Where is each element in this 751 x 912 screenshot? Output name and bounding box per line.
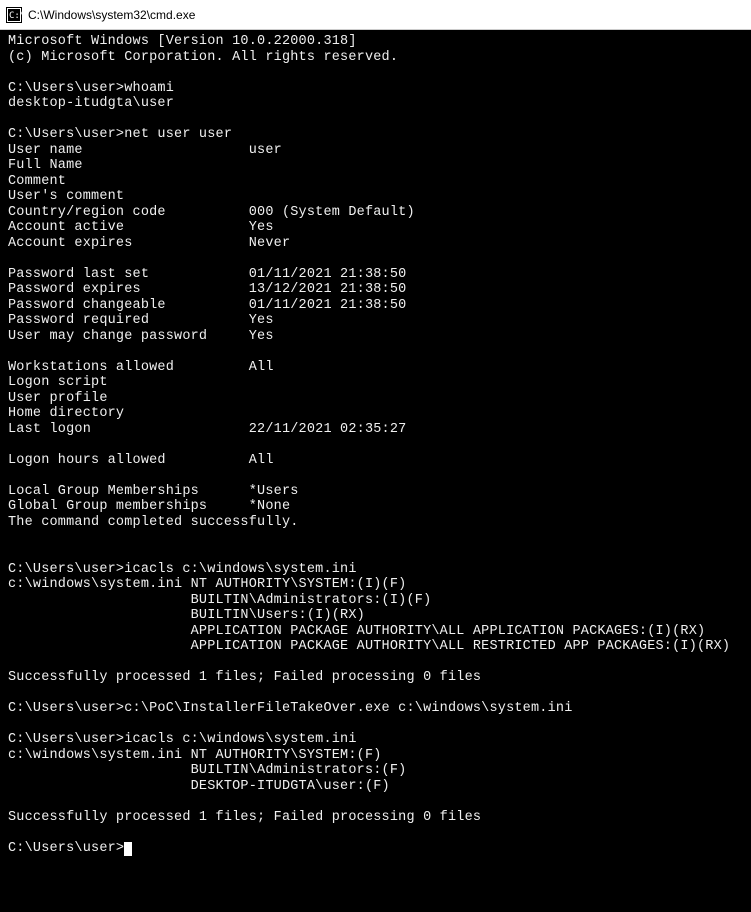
svg-text:C:\: C:\: [9, 11, 22, 21]
terminal-line: Comment: [8, 174, 66, 189]
terminal-line: User profile: [8, 391, 108, 406]
terminal-line: Full Name: [8, 158, 83, 173]
terminal-line: User's comment: [8, 189, 124, 204]
terminal-line: The command completed successfully.: [8, 515, 299, 530]
terminal-line: (c) Microsoft Corporation. All rights re…: [8, 50, 398, 65]
terminal-line: User may change password Yes: [8, 329, 274, 344]
terminal-line: BUILTIN\Users:(I)(RX): [8, 608, 365, 623]
terminal-line: User name user: [8, 143, 282, 158]
window-title: C:\Windows\system32\cmd.exe: [28, 8, 195, 22]
terminal-line: Logon hours allowed All: [8, 453, 274, 468]
terminal-line: DESKTOP-ITUDGTA\user:(F): [8, 779, 390, 794]
terminal-output[interactable]: Microsoft Windows [Version 10.0.22000.31…: [0, 30, 751, 860]
terminal-line: Global Group memberships *None: [8, 499, 290, 514]
terminal-line: C:\Users\user>icacls c:\windows\system.i…: [8, 732, 357, 747]
cmd-icon: C:\: [6, 7, 22, 23]
terminal-line: Password changeable 01/11/2021 21:38:50: [8, 298, 406, 313]
terminal-line: BUILTIN\Administrators:(F): [8, 763, 406, 778]
terminal-line: Successfully processed 1 files; Failed p…: [8, 810, 481, 825]
terminal-line: Password expires 13/12/2021 21:38:50: [8, 282, 406, 297]
terminal-line: Account active Yes: [8, 220, 274, 235]
terminal-line: Microsoft Windows [Version 10.0.22000.31…: [8, 34, 357, 49]
cursor: [124, 842, 132, 856]
terminal-line: Password last set 01/11/2021 21:38:50: [8, 267, 406, 282]
terminal-line: Local Group Memberships *Users: [8, 484, 299, 499]
terminal-line: desktop-itudgta\user: [8, 96, 174, 111]
terminal-line: Home directory: [8, 406, 124, 421]
terminal-line: Successfully processed 1 files; Failed p…: [8, 670, 481, 685]
terminal-line: Country/region code 000 (System Default): [8, 205, 415, 220]
terminal-line: BUILTIN\Administrators:(I)(F): [8, 593, 431, 608]
window-title-bar[interactable]: C:\ C:\Windows\system32\cmd.exe: [0, 0, 751, 30]
terminal-line: Logon script: [8, 375, 108, 390]
terminal-line: C:\Users\user>c:\PoC\InstallerFileTakeOv…: [8, 701, 573, 716]
terminal-line: APPLICATION PACKAGE AUTHORITY\ALL RESTRI…: [8, 639, 730, 654]
terminal-line: Account expires Never: [8, 236, 290, 251]
terminal-line: C:\Users\user>net user user: [8, 127, 232, 142]
terminal-line: c:\windows\system.ini NT AUTHORITY\SYSTE…: [8, 748, 382, 763]
terminal-line: C:\Users\user>: [8, 841, 124, 856]
terminal-line: C:\Users\user>whoami: [8, 81, 174, 96]
terminal-line: c:\windows\system.ini NT AUTHORITY\SYSTE…: [8, 577, 406, 592]
terminal-line: Workstations allowed All: [8, 360, 274, 375]
terminal-line: C:\Users\user>icacls c:\windows\system.i…: [8, 562, 357, 577]
terminal-line: Password required Yes: [8, 313, 274, 328]
terminal-line: Last logon 22/11/2021 02:35:27: [8, 422, 406, 437]
terminal-line: APPLICATION PACKAGE AUTHORITY\ALL APPLIC…: [8, 624, 705, 639]
